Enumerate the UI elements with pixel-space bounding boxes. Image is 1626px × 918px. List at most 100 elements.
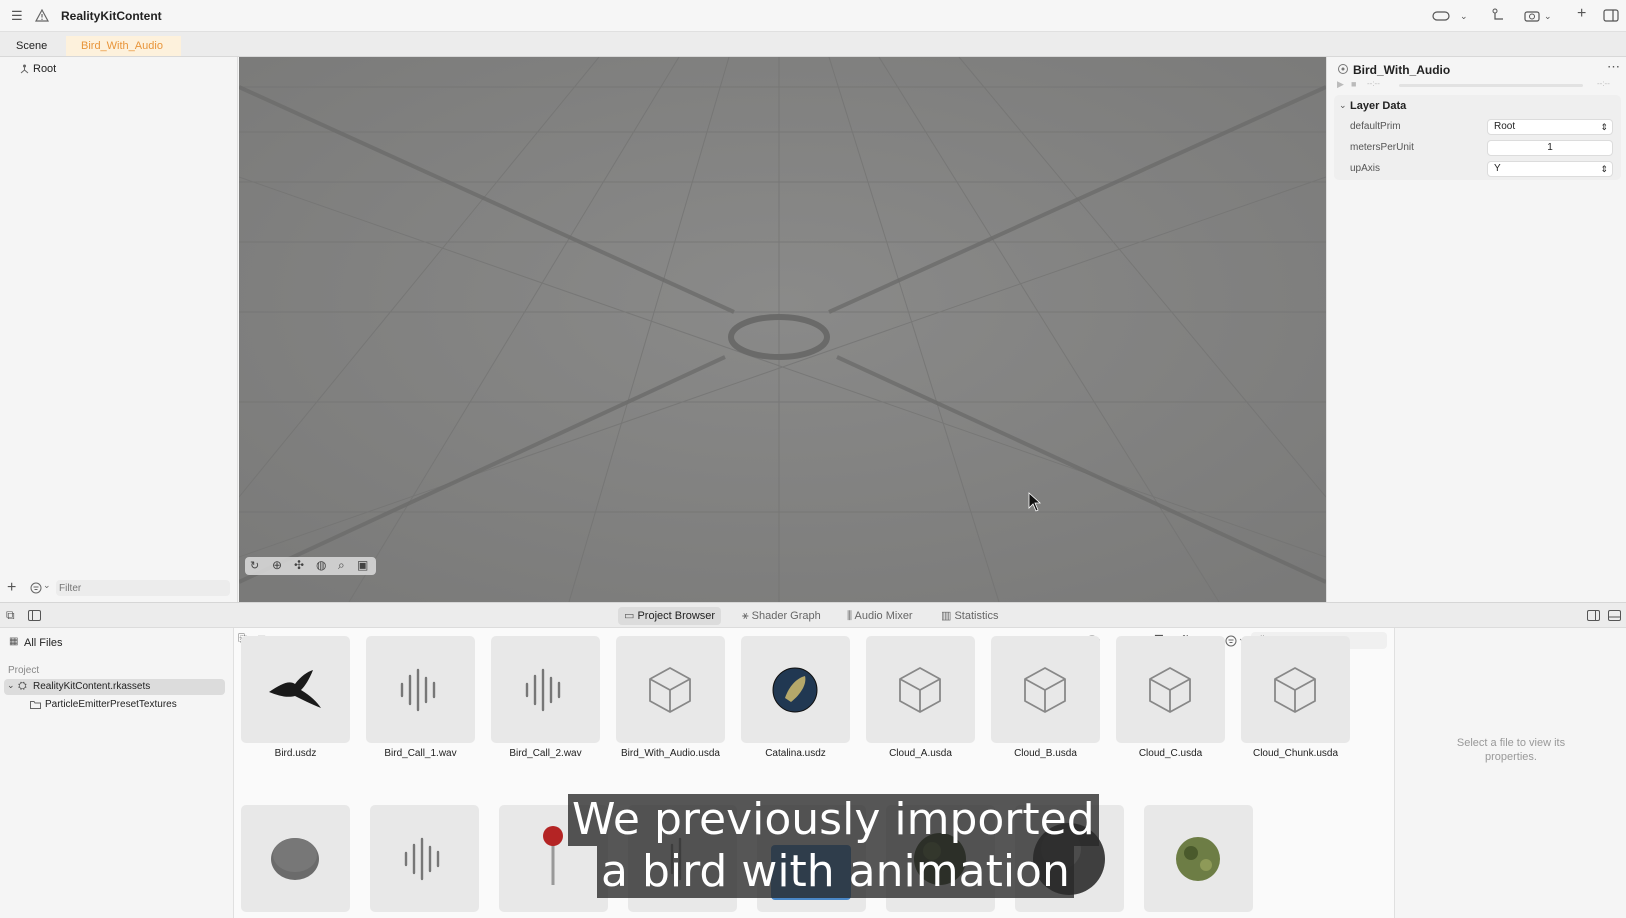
asset-name: Bird_With_Audio.usda	[621, 748, 720, 759]
pan-icon[interactable]: ⊕	[272, 558, 282, 572]
upaxis-select[interactable]: Y ⇕	[1487, 161, 1613, 177]
tab-statistics[interactable]: ▥ Statistics	[935, 607, 1004, 625]
chevron-down-icon[interactable]: ⌄	[7, 680, 15, 691]
move-icon[interactable]: ✣	[294, 558, 304, 572]
asset-tile[interactable]: Catalina.usdz	[741, 636, 850, 759]
shader-graph-icon: ⚹	[742, 610, 752, 622]
sidebar-list-icon[interactable]: ☰	[11, 9, 23, 23]
metersperunit-field[interactable]: 1	[1487, 140, 1613, 156]
hierarchy-icon	[20, 64, 29, 74]
stop-icon[interactable]: ■	[1351, 79, 1356, 89]
tab-audio-mixer[interactable]: ⫼ Audio Mixer	[841, 607, 919, 625]
row-label-defaultprim: defaultPrim	[1350, 121, 1401, 132]
island-globe-icon	[772, 667, 818, 713]
add-icon[interactable]: +	[1577, 6, 1586, 22]
stepper-icon: ⇕	[1600, 164, 1608, 174]
chevron-down-icon[interactable]: ⌄	[1460, 9, 1468, 23]
right-panel-toggle-icon[interactable]	[1587, 610, 1600, 621]
bottom-panel-toggle-icon[interactable]	[1608, 610, 1621, 621]
tab-scene[interactable]: Scene	[1, 36, 62, 56]
asset-tile[interactable]	[370, 805, 479, 912]
asset-thumbnail	[991, 636, 1100, 743]
asset-name: Bird.usdz	[274, 748, 317, 759]
outline-filter-input[interactable]	[56, 580, 230, 596]
asset-tile[interactable]: Cloud_C.usda	[1116, 636, 1225, 759]
tab-shader-graph[interactable]: ⚹ Shader Graph	[736, 607, 827, 625]
asset-thumbnail	[616, 636, 725, 743]
sidebar-toggle-icon[interactable]	[28, 610, 41, 621]
orbit-icon[interactable]: ↻	[250, 559, 259, 572]
play-icon[interactable]: ▶	[1337, 79, 1344, 90]
empty-properties-message: Select a file to view its properties.	[1456, 737, 1566, 763]
panels-icon[interactable]: ⧉	[6, 608, 15, 623]
usd-file-icon	[1338, 64, 1348, 74]
cube-icon	[899, 667, 941, 713]
zoom-icon[interactable]: ⌕	[338, 558, 345, 573]
asset-thumbnail	[1241, 636, 1350, 743]
mixer-icon: ⫼	[847, 610, 855, 622]
filter-menu-icon[interactable]	[1225, 635, 1237, 647]
all-files-item[interactable]: All Files	[24, 637, 63, 649]
asset-tile[interactable]	[241, 805, 350, 912]
chevron-down-icon[interactable]: ⌄	[43, 580, 51, 591]
tree-item-particle-textures[interactable]: ParticleEmitterPresetTextures	[26, 698, 226, 712]
chevron-down-icon[interactable]: ⌄	[1339, 100, 1347, 111]
asset-tile[interactable]: Bird_With_Audio.usda	[616, 636, 725, 759]
asset-tile[interactable]: Bird_Call_2.wav	[491, 636, 600, 759]
stepper-icon: ⇕	[1600, 122, 1608, 132]
asset-name: Cloud_A.usda	[889, 748, 952, 759]
asset-tile[interactable]: Cloud_B.usda	[991, 636, 1100, 759]
folder-icon: ▭	[624, 610, 638, 622]
file-properties-pane: Select a file to view its properties.	[1394, 628, 1626, 918]
globe-icon[interactable]: ◍	[316, 558, 326, 572]
asset-thumbnail	[1116, 636, 1225, 743]
tab-bird-with-audio[interactable]: Bird_With_Audio	[66, 36, 181, 56]
waveform-icon	[525, 668, 561, 712]
outline-item-root[interactable]: Root	[33, 63, 56, 75]
waveform-icon	[404, 837, 440, 881]
scene-outline-panel: Root + ⌄	[0, 57, 238, 602]
headset-icon[interactable]	[1432, 10, 1450, 22]
tree-item-rkassets[interactable]: ⌄ ⛭ RealityKitContent.rkassets	[4, 679, 225, 695]
grid-icon: ▦	[9, 636, 19, 647]
time-start: --:--	[1367, 79, 1380, 88]
ground-grid	[239, 57, 1326, 602]
asset-name: Catalina.usdz	[765, 748, 826, 759]
project-section-label: Project	[8, 665, 40, 676]
subtitle-line-1: We previously imported	[568, 794, 1099, 846]
cube-icon	[1149, 667, 1191, 713]
waveform-icon	[400, 668, 436, 712]
warning-icon[interactable]	[35, 9, 49, 22]
device-hand-icon[interactable]	[1490, 8, 1506, 23]
defaultprim-select[interactable]: Root ⇕	[1487, 119, 1613, 135]
cube-icon	[1274, 667, 1316, 713]
asset-name: Cloud_Chunk.usda	[1252, 748, 1339, 759]
more-options-icon[interactable]: ⋯	[1607, 59, 1620, 75]
filter-menu-icon[interactable]	[30, 582, 42, 594]
asset-tile[interactable]: Bird_Call_1.wav	[366, 636, 475, 759]
row-label-metersperunit: metersPerUnit	[1350, 142, 1414, 153]
sphere-icon	[271, 838, 319, 880]
inspector-toggle-icon[interactable]	[1603, 9, 1619, 22]
tab-project-browser[interactable]: ▭ Project Browser	[618, 607, 722, 625]
bottom-toolbar: ⧉ ▭ Project Browser ⚹ Shader Graph ⫼ Aud…	[0, 602, 1626, 628]
asset-tile[interactable]: Cloud_Chunk.usda	[1241, 636, 1350, 759]
add-entity-icon[interactable]: +	[7, 579, 16, 597]
camera-icon[interactable]	[1524, 9, 1540, 22]
subtitle-line-2: a bird with animation	[597, 846, 1074, 898]
camera-view-icon[interactable]: ▣	[357, 558, 368, 572]
asset-name: Cloud_B.usda	[1014, 748, 1077, 759]
asset-thumbnail	[241, 636, 350, 743]
scene-viewport[interactable]: ↻ ⊕ ✣ ◍ ⌕ ▣	[239, 57, 1326, 602]
asset-thumbnail	[491, 636, 600, 743]
asset-tile[interactable]: Cloud_A.usda	[866, 636, 975, 759]
row-label-upaxis: upAxis	[1350, 163, 1381, 174]
asset-tile[interactable]: Bird.usdz	[241, 636, 350, 759]
timeline-scrubber[interactable]	[1399, 84, 1583, 87]
package-icon: ⛭	[18, 680, 27, 692]
asset-name: Cloud_C.usda	[1138, 748, 1203, 759]
asset-tile[interactable]	[1144, 805, 1253, 912]
chevron-down-icon[interactable]: ⌄	[1544, 9, 1552, 23]
asset-thumbnail	[366, 636, 475, 743]
title-bar: ☰ RealityKitContent ⌄ ⌄ +	[0, 0, 1626, 32]
